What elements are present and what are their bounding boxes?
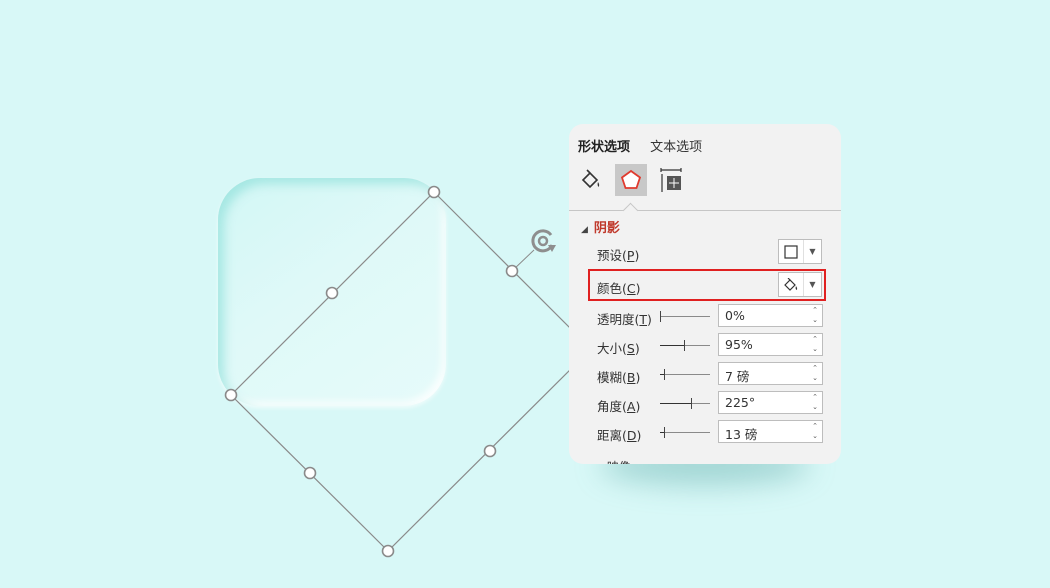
blur-value[interactable]: 7 磅 — [725, 366, 749, 385]
resize-handle[interactable] — [505, 264, 519, 278]
size-properties-icon[interactable] — [655, 164, 687, 196]
tab-text-options[interactable]: 文本选项 — [650, 136, 702, 155]
resize-handle[interactable] — [224, 388, 238, 402]
spin-arrows-icon[interactable]: ⌃ ⌄ — [811, 421, 819, 441]
effects-icon[interactable] — [615, 164, 647, 196]
color-label: 颜色(C) — [597, 281, 641, 296]
distance-slider[interactable] — [660, 427, 710, 438]
size-spinner[interactable]: 95% ⌃ ⌄ — [718, 333, 823, 356]
fill-line-icon[interactable] — [575, 164, 607, 196]
blur-slider[interactable] — [660, 369, 710, 380]
angle-value[interactable]: 225° — [725, 395, 755, 410]
format-shape-pane: 形状选项 文本选项 ◢ 阴影 预设(P) ▼ 颜色(C) ▼ 透明度(T) 0%… — [569, 124, 841, 464]
spin-arrows-icon[interactable]: ⌃ ⌄ — [811, 334, 819, 354]
resize-handle[interactable] — [427, 185, 441, 199]
transparency-slider[interactable] — [660, 311, 710, 322]
spin-arrows-icon[interactable]: ⌃ ⌄ — [811, 363, 819, 383]
section-title: 阴影 — [593, 221, 620, 236]
slider-thumb[interactable] — [664, 427, 665, 438]
angle-slider[interactable] — [660, 398, 710, 409]
blur-spinner[interactable]: 7 磅 ⌃ ⌄ — [718, 362, 823, 385]
slider-thumb[interactable] — [664, 369, 665, 380]
next-section-header-partial[interactable]: ▸ 映像 — [597, 458, 631, 464]
blur-label: 模糊(B) — [597, 370, 641, 385]
angle-spinner[interactable]: 225° ⌃ ⌄ — [718, 391, 823, 414]
distance-label: 距离(D) — [597, 428, 642, 443]
divider — [569, 210, 841, 211]
paint-bucket-icon — [779, 277, 803, 292]
chevron-down-icon: ▼ — [809, 280, 816, 289]
slider-thumb[interactable] — [684, 340, 685, 351]
slider-thumb[interactable] — [660, 311, 661, 322]
tab-pointer — [622, 202, 639, 219]
distance-value[interactable]: 13 磅 — [725, 424, 757, 443]
tab-shape-options[interactable]: 形状选项 — [578, 136, 630, 155]
rotated-selection-outline — [230, 191, 592, 552]
size-value[interactable]: 95% — [725, 337, 753, 352]
preset-dropdown[interactable]: ▼ — [778, 239, 822, 264]
slider-thumb[interactable] — [691, 398, 692, 409]
collapse-triangle-icon: ◢ — [581, 225, 588, 235]
distance-spinner[interactable]: 13 磅 ⌃ ⌄ — [718, 420, 823, 443]
shadow-section-header[interactable]: ◢ 阴影 — [581, 217, 620, 236]
resize-handle[interactable] — [325, 286, 339, 300]
shadow-preset-icon — [779, 244, 803, 259]
color-dropdown[interactable]: ▼ — [778, 272, 822, 297]
selection-frame — [224, 185, 598, 558]
size-label: 大小(S) — [597, 341, 640, 356]
transparency-value[interactable]: 0% — [725, 308, 745, 323]
angle-label: 角度(A) — [597, 399, 641, 414]
chevron-down-icon: ▼ — [809, 247, 816, 256]
rotate-handle-icon[interactable] — [531, 229, 556, 253]
transparency-spinner[interactable]: 0% ⌃ ⌄ — [718, 304, 823, 327]
spin-arrows-icon[interactable]: ⌃ ⌄ — [811, 305, 819, 325]
resize-handle[interactable] — [381, 544, 395, 558]
resize-handle[interactable] — [303, 466, 317, 480]
transparency-label: 透明度(T) — [597, 312, 652, 327]
resize-handle[interactable] — [483, 444, 497, 458]
spin-arrows-icon[interactable]: ⌃ ⌄ — [811, 392, 819, 412]
preset-label: 预设(P) — [597, 248, 640, 263]
size-slider[interactable] — [660, 340, 710, 351]
